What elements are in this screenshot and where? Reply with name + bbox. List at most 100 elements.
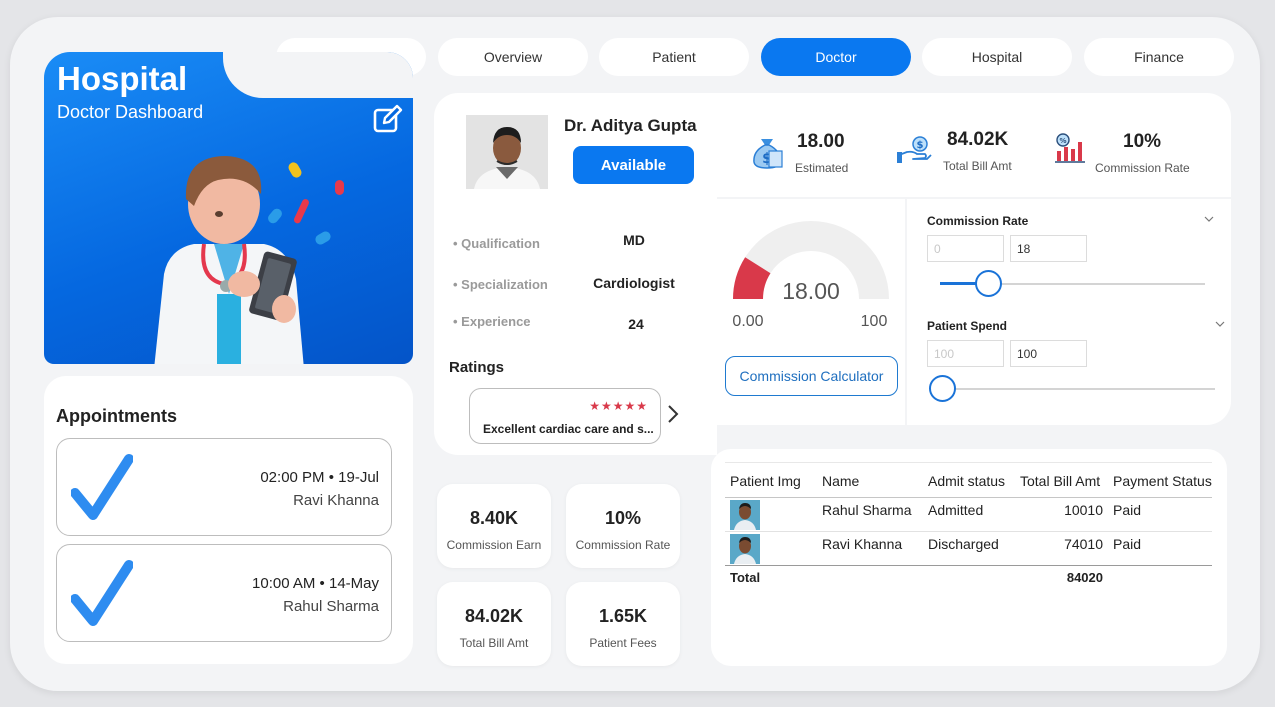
edit-icon[interactable] xyxy=(373,104,403,134)
chevron-down-icon[interactable] xyxy=(1215,320,1225,328)
qualification-label: • Qualification xyxy=(453,236,540,251)
kpi-estimated-value: 18.00 xyxy=(797,131,845,152)
commission-rate-value-input[interactable]: 18 xyxy=(1010,235,1087,262)
doctor-name: Dr. Aditya Gupta xyxy=(564,116,697,135)
patient-table: Patient Img Name Admit status Total Bill… xyxy=(711,449,1227,666)
patient-spend-slider-track[interactable] xyxy=(940,388,1215,390)
kpi-card-patient-fees: 1.65K Patient Fees xyxy=(566,582,680,666)
specialization-value: Cardiologist xyxy=(593,275,675,291)
total-label: Total xyxy=(730,570,761,585)
column-header[interactable]: Patient Img xyxy=(730,473,801,489)
header-divider xyxy=(725,497,1212,498)
experience-value: 24 xyxy=(628,316,644,332)
patient-spend-value-input[interactable]: 100 xyxy=(1010,340,1087,367)
gauge-panel: 18.00 0.00 100 Commission Calculator xyxy=(717,199,905,425)
review-text: Excellent cardiac care and s... xyxy=(483,422,654,436)
kpi-card-label: Commission Rate xyxy=(575,538,671,552)
commission-gauge: 18.00 0.00 100 xyxy=(732,220,889,330)
kpi-card-commission-earn: 8.40K Commission Earn xyxy=(437,484,551,568)
experience-label: • Experience xyxy=(453,314,531,329)
patient-spend-title: Patient Spend xyxy=(927,319,1008,333)
patient-spend-slider-thumb[interactable] xyxy=(929,375,956,402)
percent-chart-icon: % xyxy=(1055,133,1085,163)
kpi-commission-rate-value: 10% xyxy=(1123,131,1162,152)
tab-overview[interactable]: Overview xyxy=(438,38,588,76)
kpi-card-label: Patient Fees xyxy=(589,636,657,650)
chevron-down-icon[interactable] xyxy=(1204,215,1214,223)
doctor-profile-card: Dr. Aditya Gupta Available • Qualificati… xyxy=(434,93,717,455)
kpi-card-commission-rate: 10% Commission Rate xyxy=(566,484,680,568)
tab-hospital[interactable]: Hospital xyxy=(922,38,1072,76)
appointment-patient: Rahul Sharma xyxy=(283,598,379,615)
availability-button[interactable]: Available xyxy=(573,146,694,184)
hero-banner: Hospital Doctor Dashboard xyxy=(44,52,413,364)
tab-finance[interactable]: Finance xyxy=(1084,38,1234,76)
check-icon xyxy=(71,560,133,626)
commission-calculator-button[interactable]: Commission Calculator xyxy=(725,356,898,396)
kpi-total-bill-label: Total Bill Amt xyxy=(943,159,1012,173)
tab-patient[interactable]: Patient xyxy=(599,38,749,76)
parameter-panel: Commission Rate 0 18 Patient Spend 100 1… xyxy=(907,199,1231,425)
hero-notch xyxy=(223,52,413,98)
kpi-card-label: Total Bill Amt xyxy=(459,636,529,650)
patient-photo xyxy=(730,534,760,564)
tab-doctor[interactable]: Doctor xyxy=(761,38,911,76)
patient-photo xyxy=(730,500,760,530)
kpi-total-bill-value: 84.02K xyxy=(947,129,1009,150)
gauge-min-label: 0.00 xyxy=(732,313,763,330)
hand-coin-icon: $ xyxy=(897,136,932,163)
gauge-value-label: 18.00 xyxy=(782,278,840,304)
star-rating: ★★★★★ xyxy=(589,399,648,413)
total-value: 84020 xyxy=(1066,570,1103,585)
commission-rate-title: Commission Rate xyxy=(927,214,1029,228)
commission-rate-slider-thumb[interactable] xyxy=(974,270,1002,297)
total-divider xyxy=(725,565,1212,566)
cell-total-bill: 10010 xyxy=(1064,502,1103,518)
appointments-panel: Appointments 02:00 PM • 19-Jul Ravi Khan… xyxy=(44,376,413,664)
qualification-value: MD xyxy=(623,232,645,248)
check-icon xyxy=(71,454,133,520)
appointment-card[interactable]: 02:00 PM • 19-Jul Ravi Khanna xyxy=(56,438,392,536)
kpi-card-label: Commission Earn xyxy=(446,538,542,552)
appointment-patient: Ravi Khanna xyxy=(293,492,379,509)
cell-admit-status: Admitted xyxy=(928,502,984,518)
kpi-card-value: 10% xyxy=(604,508,642,528)
commission-rate-min-input[interactable]: 0 xyxy=(927,235,1004,262)
kpi-card-value: 1.65K xyxy=(598,606,648,626)
column-header[interactable]: Name xyxy=(822,473,859,489)
appointments-title: Appointments xyxy=(56,406,177,426)
ratings-title: Ratings xyxy=(449,359,505,376)
svg-text:$: $ xyxy=(917,140,924,151)
cell-payment-status: Paid xyxy=(1113,502,1142,518)
cell-name: Rahul Sharma xyxy=(822,502,912,518)
kpi-card-value: 8.40K xyxy=(469,508,519,528)
kpi-commission-rate-label: Commission Rate xyxy=(1095,161,1190,175)
kpi-card-value: 84.02K xyxy=(464,606,524,626)
row-divider xyxy=(725,531,1212,532)
cell-admit-status: Discharged xyxy=(928,536,999,552)
appointment-time: 10:00 AM • 14-May xyxy=(252,575,379,592)
cell-name: Ravi Khanna xyxy=(822,536,903,552)
kpi-summary-panel: $ 18.00 Estimated $ 84.02K Total Bill Am… xyxy=(717,93,1231,197)
patient-spend-min-input[interactable]: 100 xyxy=(927,340,1004,367)
doctor-illustration xyxy=(154,156,344,364)
svg-text:%: % xyxy=(1059,137,1066,145)
doctor-photo xyxy=(466,115,548,189)
column-header[interactable]: Total Bill Amt xyxy=(1020,473,1100,489)
hero-subtitle: Doctor Dashboard xyxy=(57,102,204,122)
money-bag-icon: $ xyxy=(753,139,783,169)
kpi-estimated-label: Estimated xyxy=(795,161,849,175)
cell-payment-status: Paid xyxy=(1113,536,1142,552)
appointment-card[interactable]: 10:00 AM • 14-May Rahul Sharma xyxy=(56,544,392,642)
chevron-right-icon[interactable] xyxy=(666,403,680,425)
gauge-max-label: 100 xyxy=(861,313,888,330)
column-header[interactable]: Admit status xyxy=(928,473,1005,489)
column-header[interactable]: Payment Status xyxy=(1113,473,1212,489)
cell-total-bill: 74010 xyxy=(1064,536,1103,552)
appointment-time: 02:00 PM • 19-Jul xyxy=(260,469,379,486)
hero-title: Hospital xyxy=(57,60,188,97)
review-card[interactable]: ★★★★★ Excellent cardiac care and s... xyxy=(469,388,661,444)
specialization-label: • Specialization xyxy=(453,277,548,292)
table-top-border xyxy=(725,462,1212,463)
kpi-card-total-bill: 84.02K Total Bill Amt xyxy=(437,582,551,666)
